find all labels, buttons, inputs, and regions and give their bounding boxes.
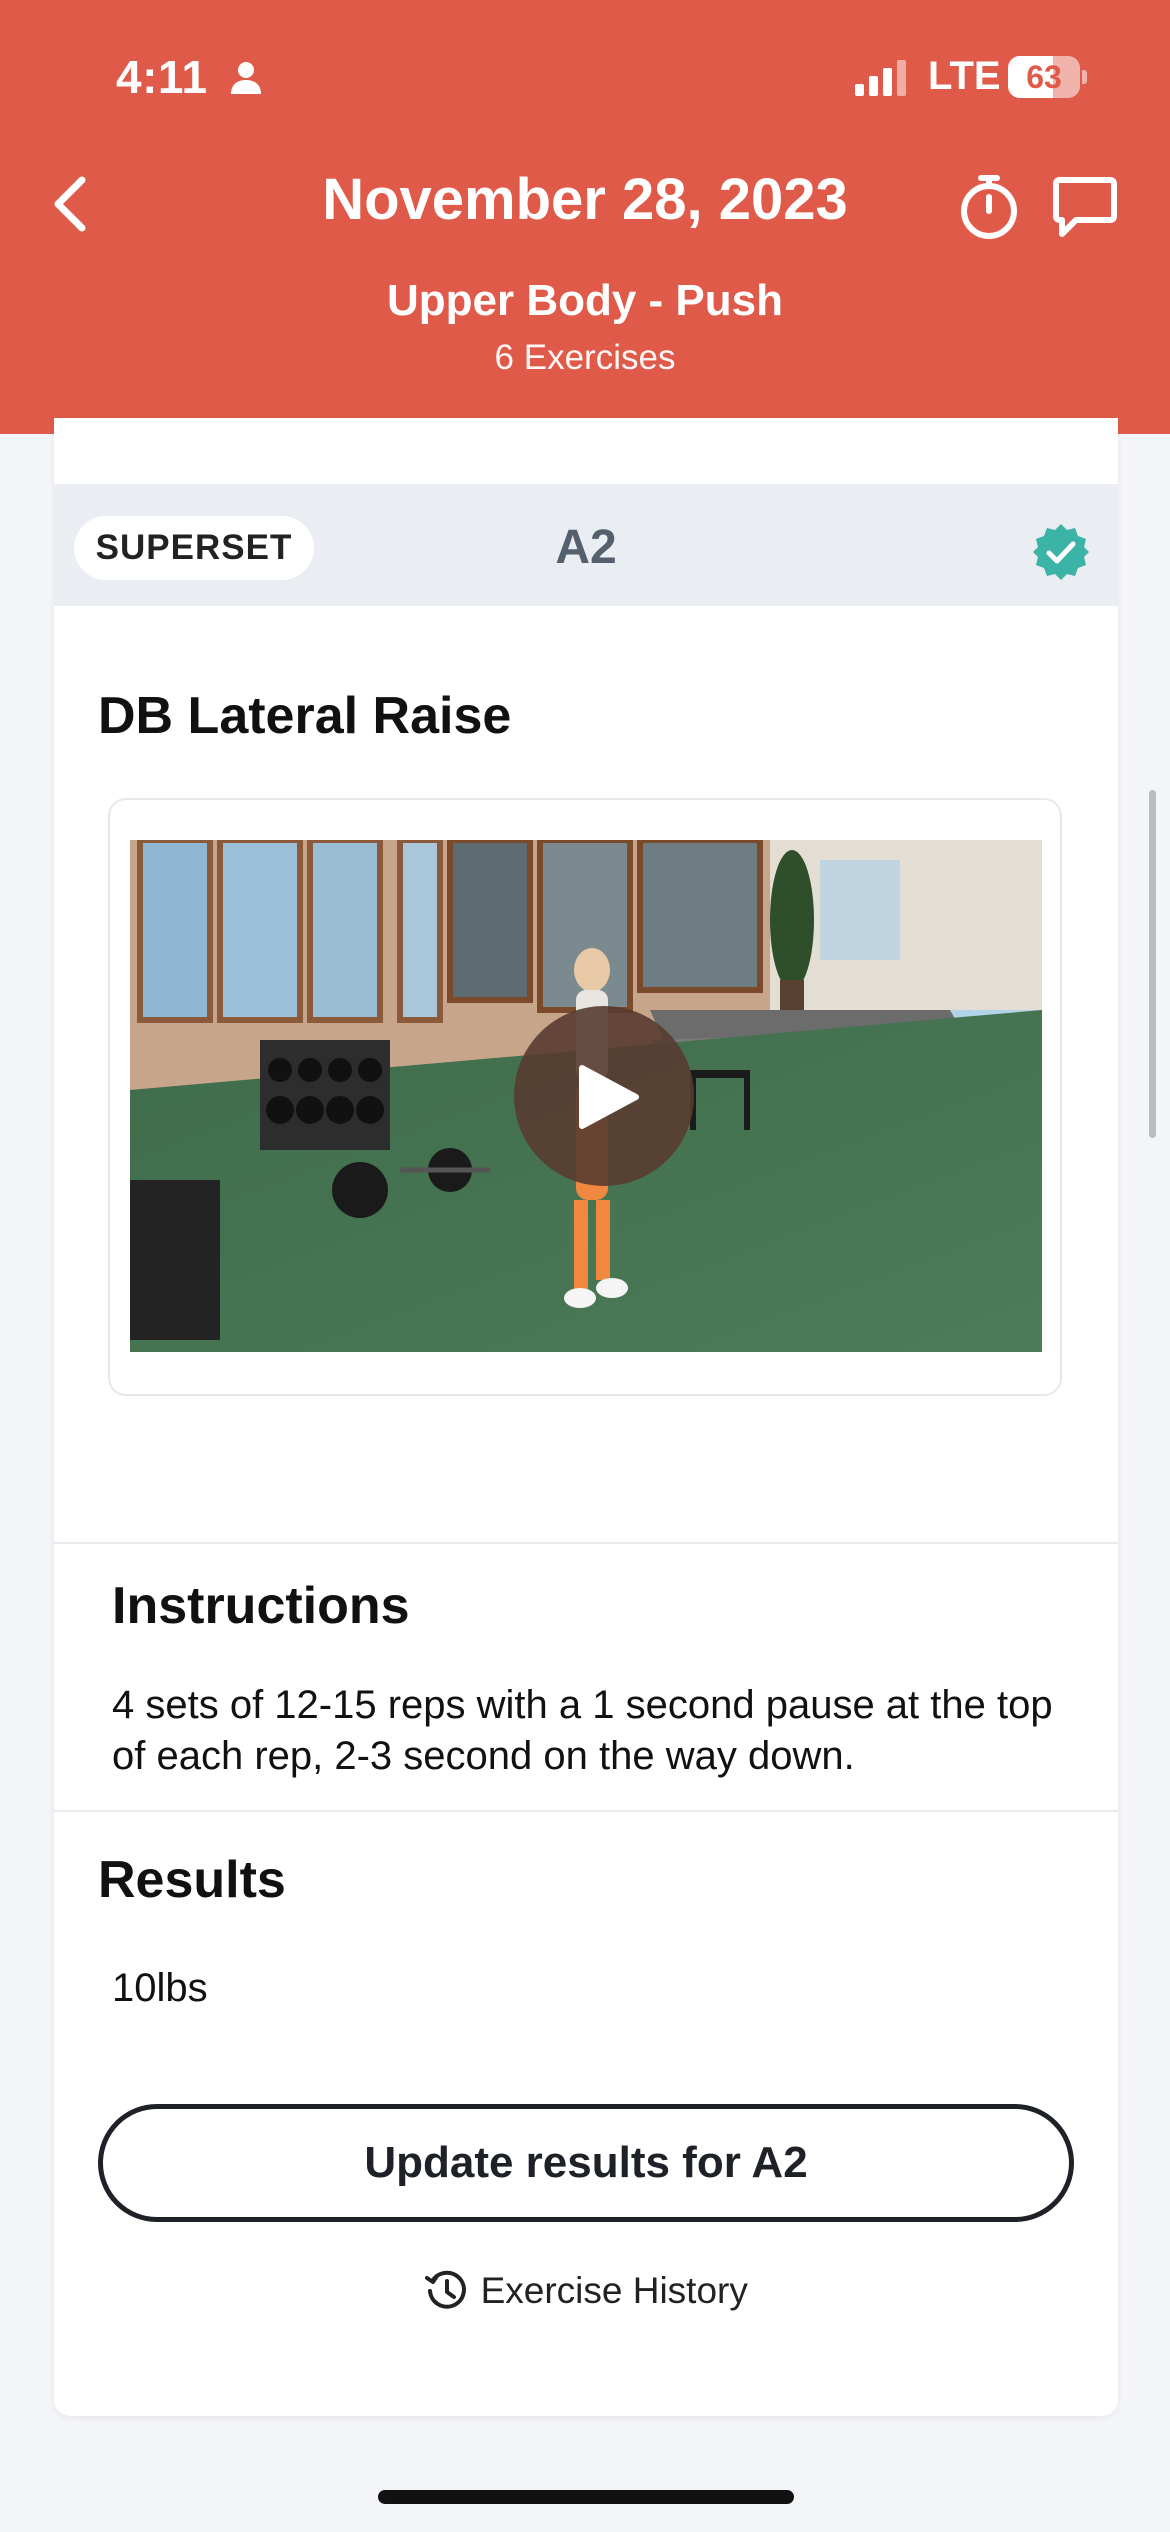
home-indicator[interactable] bbox=[378, 2490, 794, 2504]
history-clock-icon bbox=[425, 2270, 467, 2309]
exercise-title: DB Lateral Raise bbox=[98, 687, 512, 745]
stopwatch-icon[interactable] bbox=[954, 172, 1024, 242]
person-icon bbox=[231, 62, 261, 94]
instructions-text: 4 sets of 12-15 reps with a 1 second pau… bbox=[112, 1683, 1053, 1778]
superset-bar: SUPERSET A2 bbox=[54, 484, 1118, 606]
instructions-heading: Instructions bbox=[112, 1577, 410, 1635]
chat-bubble-icon[interactable] bbox=[1052, 174, 1118, 240]
network-type: LTE bbox=[928, 54, 1001, 98]
exercise-card: SUPERSET A2 DB Lateral Raise Instruction… bbox=[54, 418, 1118, 2416]
results-heading: Results bbox=[98, 1851, 286, 1909]
app-header: 4:11 LTE 63 November 28, 2023 Upper Body… bbox=[0, 0, 1170, 434]
video-card bbox=[108, 798, 1062, 1396]
battery-indicator: 63 bbox=[1008, 56, 1087, 98]
completed-check-icon bbox=[1033, 524, 1089, 580]
exercise-history-link[interactable]: Exercise History bbox=[54, 2268, 1118, 2328]
play-button[interactable] bbox=[514, 1006, 694, 1186]
section-divider bbox=[54, 1810, 1118, 1812]
exercise-history-label: Exercise History bbox=[480, 2270, 748, 2311]
results-value: 10lbs bbox=[112, 1966, 208, 2010]
status-bar: 4:11 LTE 63 bbox=[0, 0, 1170, 160]
update-results-button[interactable]: Update results for A2 bbox=[98, 2104, 1074, 2222]
status-time: 4:11 bbox=[116, 51, 208, 103]
exercise-count: 6 Exercises bbox=[494, 338, 676, 377]
scroll-indicator[interactable] bbox=[1149, 790, 1156, 1138]
section-divider bbox=[54, 1542, 1118, 1544]
cellular-signal-icon bbox=[855, 60, 906, 96]
video-thumbnail[interactable] bbox=[130, 840, 1042, 1352]
superset-code: A2 bbox=[555, 521, 617, 574]
workout-name: Upper Body - Push bbox=[386, 276, 784, 325]
battery-level: 63 bbox=[1026, 59, 1062, 95]
play-icon bbox=[579, 1065, 639, 1129]
